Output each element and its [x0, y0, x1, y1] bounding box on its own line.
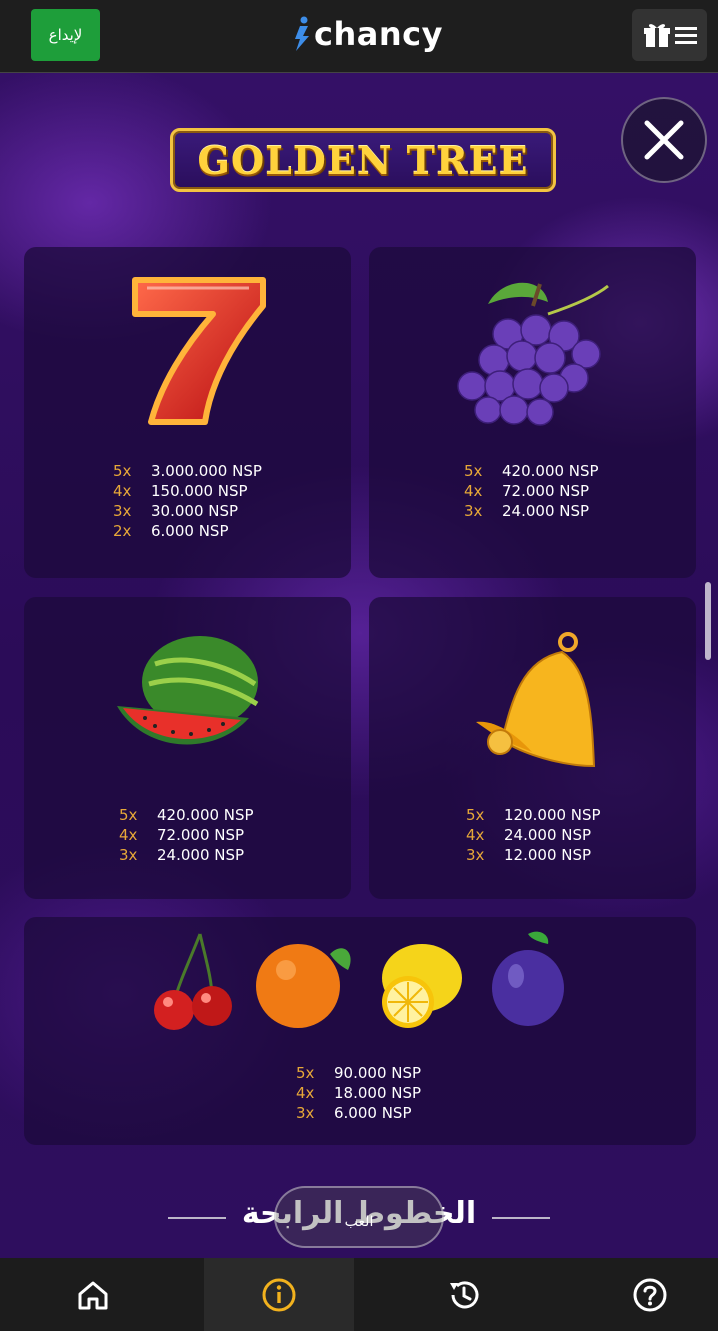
payout-amount: 90.000 NSP	[334, 1064, 422, 1082]
payout-multiplier: 3x	[113, 502, 132, 520]
grapes-symbol-icon	[457, 282, 609, 426]
payout-multiplier: 5x	[464, 462, 483, 480]
game-title-banner: GOLDEN TREE	[170, 128, 556, 192]
payout-amount: 72.000 NSP	[157, 826, 245, 844]
payout-multiplier: 3x	[296, 1104, 315, 1122]
payout-multiplier: 5x	[466, 806, 485, 824]
payout-multiplier: 4x	[466, 826, 485, 844]
gift-icon	[643, 24, 670, 47]
home-icon	[78, 1281, 108, 1309]
divider-right	[492, 1217, 550, 1219]
gift-menu-button[interactable]	[632, 9, 707, 61]
payout-row: 4x 72.000 NSP	[119, 825, 254, 845]
payout-amount: 420.000 NSP	[502, 462, 599, 480]
deposit-button[interactable]: لإيداع	[31, 9, 100, 61]
payout-row: 2x 6.000 NSP	[113, 521, 262, 541]
payout-row: 3x 6.000 NSP	[296, 1103, 421, 1123]
divider-left	[168, 1217, 226, 1219]
payout-row: 5x 90.000 NSP	[296, 1063, 421, 1083]
play-pill-button[interactable]: العب	[274, 1186, 444, 1248]
top-bar: لإيداع chancy	[0, 0, 718, 73]
bottom-nav	[0, 1258, 718, 1331]
payout-multiplier: 4x	[113, 482, 132, 500]
payout-row: 3x 24.000 NSP	[464, 501, 599, 521]
game-title: GOLDEN TREE	[197, 137, 529, 183]
lightning-icon	[295, 16, 309, 51]
lemon-symbol-icon	[382, 944, 462, 1028]
payout-amount: 30.000 NSP	[151, 502, 239, 520]
payout-amount: 18.000 NSP	[334, 1084, 422, 1102]
payout-amount: 3.000.000 NSP	[151, 462, 262, 480]
payout-row: 5x 420.000 NSP	[464, 461, 599, 481]
payout-row: 4x 72.000 NSP	[464, 481, 599, 501]
chancy-logo[interactable]: chancy	[292, 14, 443, 54]
payout-multiplier: 3x	[464, 502, 483, 520]
payout-amount: 72.000 NSP	[502, 482, 590, 500]
help-icon	[633, 1278, 667, 1311]
payout-row: 3x 12.000 NSP	[466, 845, 601, 865]
bell-symbol-icon	[476, 632, 596, 768]
payout-multiplier: 5x	[296, 1064, 315, 1082]
payout-amount: 24.000 NSP	[504, 826, 592, 844]
nav-help[interactable]	[575, 1258, 718, 1331]
info-icon	[262, 1278, 296, 1311]
payout-row: 3x 30.000 NSP	[113, 501, 262, 521]
payout-row: 3x 24.000 NSP	[119, 845, 254, 865]
seven-symbol-icon	[132, 277, 266, 425]
paylist-fruits: 5x 90.000 NSP 4x 18.000 NSP 3x 6.000 NSP	[296, 1063, 421, 1123]
payout-amount: 150.000 NSP	[151, 482, 248, 500]
payout-amount: 420.000 NSP	[157, 806, 254, 824]
hamburger-icon	[674, 27, 697, 44]
payout-multiplier: 5x	[113, 462, 132, 480]
scrollbar-thumb[interactable]	[705, 582, 711, 660]
payout-multiplier: 4x	[119, 826, 138, 844]
payout-multiplier: 3x	[466, 846, 485, 864]
paylist-seven: 5x 3.000.000 NSP 4x 150.000 NSP 3x 30.000 N…	[113, 461, 262, 541]
payout-multiplier: 5x	[119, 806, 138, 824]
payout-amount: 6.000 NSP	[334, 1104, 412, 1122]
orange-symbol-icon	[256, 944, 351, 1028]
payout-amount: 24.000 NSP	[502, 502, 590, 520]
payout-row: 5x 420.000 NSP	[119, 805, 254, 825]
payout-multiplier: 2x	[113, 522, 132, 540]
payout-amount: 12.000 NSP	[504, 846, 592, 864]
nav-history[interactable]	[389, 1258, 539, 1331]
paylist-grapes: 5x 420.000 NSP 4x 72.000 NSP 3x 24.000 NSP	[464, 461, 599, 521]
cherry-symbol-icon	[154, 933, 232, 1030]
payout-multiplier: 3x	[119, 846, 138, 864]
close-button[interactable]	[621, 97, 707, 183]
close-icon	[644, 120, 684, 160]
history-icon	[450, 1280, 479, 1308]
payout-row: 5x 120.000 NSP	[466, 805, 601, 825]
payout-row: 4x 24.000 NSP	[466, 825, 601, 845]
watermelon-symbol-icon	[117, 636, 259, 745]
payout-amount: 24.000 NSP	[157, 846, 245, 864]
nav-home[interactable]	[18, 1258, 168, 1331]
logo-text: chancy	[314, 15, 443, 53]
payout-amount: 6.000 NSP	[151, 522, 229, 540]
payout-amount: 120.000 NSP	[504, 806, 601, 824]
payout-multiplier: 4x	[296, 1084, 315, 1102]
nav-info[interactable]	[204, 1258, 354, 1331]
plum-symbol-icon	[492, 931, 564, 1026]
payout-row: 5x 3.000.000 NSP	[113, 461, 262, 481]
payout-multiplier: 4x	[464, 482, 483, 500]
payout-row: 4x 18.000 NSP	[296, 1083, 421, 1103]
payout-row: 4x 150.000 NSP	[113, 481, 262, 501]
paylist-bell: 5x 120.000 NSP 4x 24.000 NSP 3x 12.000 NSP	[466, 805, 601, 865]
paylist-watermelon: 5x 420.000 NSP 4x 72.000 NSP 3x 24.000 NSP	[119, 805, 254, 865]
